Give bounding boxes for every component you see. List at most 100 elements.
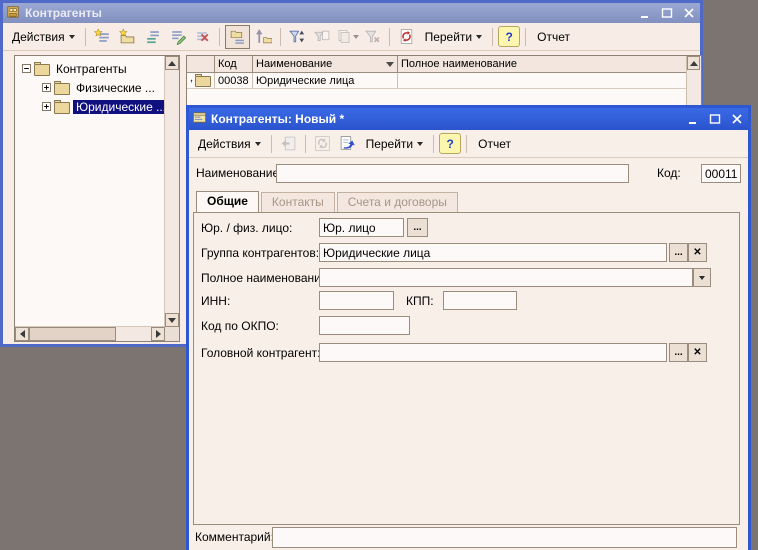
header-name[interactable]: Наименование xyxy=(253,56,398,72)
group-marker-icon xyxy=(190,76,193,86)
main-titlebar[interactable]: Контрагенты xyxy=(3,3,700,23)
inn-label: ИНН: xyxy=(201,294,230,308)
comment-input[interactable] xyxy=(272,527,737,548)
scrollbar-thumb[interactable] xyxy=(29,327,116,341)
go-menu-button[interactable]: Перейти xyxy=(420,28,488,46)
tree-item-legal-entities[interactable]: Юридические ... xyxy=(16,97,164,116)
header-code[interactable]: Код xyxy=(215,56,253,72)
dialog-titlebar[interactable]: Контрагенты: Новый * xyxy=(189,108,748,130)
chevron-down-icon xyxy=(353,35,359,39)
entity-type-select-button[interactable]: ... xyxy=(407,218,428,237)
add-item-icon[interactable] xyxy=(91,26,114,48)
folder-icon xyxy=(54,83,70,95)
general-tab-panel: Юр. / физ. лицо: ... Группа контрагентов… xyxy=(193,212,740,525)
tab-strip: Общие Контакты Счета и договоры xyxy=(196,191,460,212)
report-button[interactable]: Отчет xyxy=(472,135,517,153)
reread-icon[interactable] xyxy=(311,133,334,155)
chevron-down-icon xyxy=(417,142,423,146)
edit-icon[interactable] xyxy=(166,26,189,48)
previous-item-icon[interactable] xyxy=(277,133,300,155)
okpo-input[interactable] xyxy=(319,316,410,335)
sort-filter-icon[interactable] xyxy=(286,26,309,48)
group-input[interactable] xyxy=(319,243,667,262)
group-clear-button[interactable]: ✕ xyxy=(688,243,707,262)
tree-item-label[interactable]: Юридические ... xyxy=(73,100,164,114)
scroll-up-icon[interactable] xyxy=(687,56,700,70)
folder-icon xyxy=(54,102,70,114)
row-name-cell: Юридические лица xyxy=(253,73,398,88)
table-row[interactable]: 00038 Юридические лица xyxy=(187,73,687,89)
head-counterparty-select-button[interactable]: ... xyxy=(669,343,688,362)
move-to-group-icon[interactable] xyxy=(252,26,275,48)
tab-general[interactable]: Общие xyxy=(196,191,259,212)
scroll-right-icon[interactable] xyxy=(151,327,165,341)
actions-menu-button[interactable]: Действия xyxy=(7,28,80,46)
kpp-label: КПП: xyxy=(406,294,434,308)
refresh-icon[interactable] xyxy=(395,26,418,48)
head-counterparty-clear-button[interactable]: ✕ xyxy=(688,343,707,362)
expand-icon[interactable] xyxy=(42,102,51,111)
tree-item-label[interactable]: Физические ... xyxy=(73,81,158,95)
add-group-icon[interactable] xyxy=(116,26,139,48)
header-icon-column[interactable] xyxy=(187,56,215,72)
scroll-up-icon[interactable] xyxy=(165,56,179,70)
dialog-toolbar: Действия Перейти ? Отчет xyxy=(189,130,748,158)
minimize-icon[interactable] xyxy=(637,6,653,20)
chevron-down-icon xyxy=(69,35,75,39)
scroll-left-icon[interactable] xyxy=(15,327,29,341)
head-counterparty-input[interactable] xyxy=(319,343,667,362)
desktop: Контрагенты Действия xyxy=(0,0,758,550)
full-name-input[interactable] xyxy=(319,268,693,287)
actions-menu-button[interactable]: Действия xyxy=(193,135,266,153)
head-counterparty-label: Головной контрагент: xyxy=(201,346,320,360)
delete-mark-icon[interactable] xyxy=(191,26,214,48)
chevron-down-icon xyxy=(699,276,705,280)
tree-horizontal-scrollbar[interactable] xyxy=(15,326,165,341)
maximize-icon[interactable] xyxy=(659,6,675,20)
entity-type-input[interactable] xyxy=(319,218,404,237)
name-label: Наименование: xyxy=(196,166,283,180)
tree-vertical-scrollbar[interactable] xyxy=(164,56,179,327)
form-icon xyxy=(192,110,207,128)
scroll-down-icon[interactable] xyxy=(165,313,179,327)
chevron-down-icon xyxy=(476,35,482,39)
add-copy-icon[interactable] xyxy=(141,26,164,48)
entity-type-label: Юр. / физ. лицо: xyxy=(201,221,292,235)
code-input[interactable] xyxy=(701,164,741,183)
close-icon[interactable] xyxy=(681,6,697,20)
inn-input[interactable] xyxy=(319,291,394,310)
minimize-icon[interactable] xyxy=(685,112,701,126)
tree-item-root[interactable]: Контрагенты xyxy=(16,59,164,78)
group-label: Группа контрагентов: xyxy=(201,246,319,260)
go-document-icon[interactable] xyxy=(336,133,359,155)
clear-filter-icon[interactable] xyxy=(361,26,384,48)
help-button[interactable]: ? xyxy=(498,26,520,47)
go-menu-button[interactable]: Перейти xyxy=(361,135,429,153)
maximize-icon[interactable] xyxy=(707,112,723,126)
tab-contacts[interactable]: Контакты xyxy=(261,192,335,212)
filter-by-value-icon[interactable] xyxy=(311,26,334,48)
hierarchy-view-icon[interactable] xyxy=(225,25,250,49)
table-header: Код Наименование Полное наименование xyxy=(187,56,687,73)
expand-icon[interactable] xyxy=(42,83,51,92)
name-input[interactable] xyxy=(276,164,629,183)
dialog-title: Контрагенты: Новый * xyxy=(211,112,344,126)
report-button[interactable]: Отчет xyxy=(531,28,576,46)
tree-item-individuals[interactable]: Физические ... xyxy=(16,78,164,97)
folder-icon xyxy=(195,76,211,87)
code-label: Код: xyxy=(657,166,681,180)
header-full-name[interactable]: Полное наименование xyxy=(398,56,687,72)
collapse-icon[interactable] xyxy=(22,64,31,73)
help-button[interactable]: ? xyxy=(439,133,461,154)
group-select-button[interactable]: ... xyxy=(669,243,688,262)
full-name-dropdown-button[interactable] xyxy=(693,268,711,287)
kpp-input[interactable] xyxy=(443,291,517,310)
tab-accounts-contracts[interactable]: Счета и договоры xyxy=(337,192,458,212)
close-icon[interactable] xyxy=(729,112,745,126)
comment-label: Комментарий: xyxy=(195,530,274,544)
main-window-title: Контрагенты xyxy=(25,6,102,20)
filter-history-icon[interactable] xyxy=(336,26,359,48)
groups-tree: Контрагенты Физические ... Юридические .… xyxy=(14,55,180,342)
row-full-name-cell xyxy=(398,73,687,88)
tree-item-label[interactable]: Контрагенты xyxy=(53,62,130,76)
